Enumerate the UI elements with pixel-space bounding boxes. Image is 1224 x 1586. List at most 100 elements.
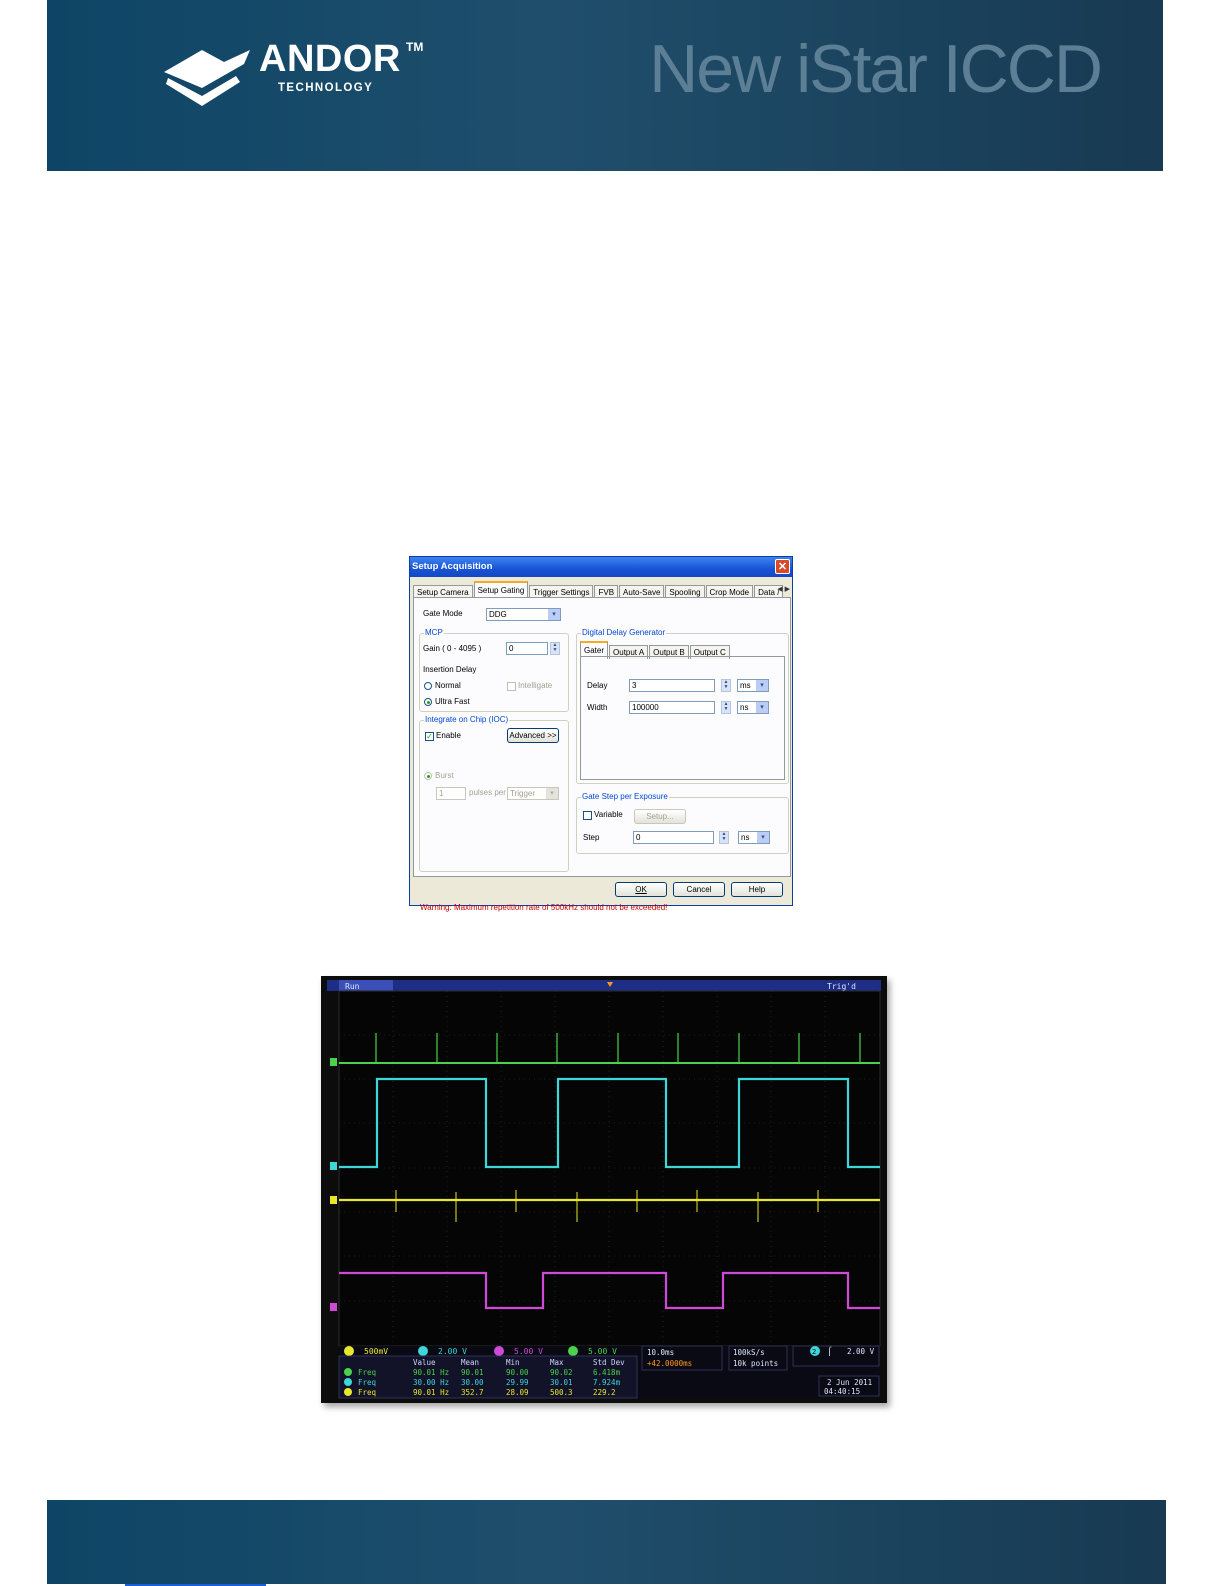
width-unit-value: ns <box>740 703 749 712</box>
ch3-ground-marker <box>330 1303 337 1311</box>
ultra-fast-radio[interactable] <box>424 698 432 706</box>
delay-label: Delay <box>587 681 608 690</box>
run-status: Run <box>345 982 360 991</box>
ioc-group: Integrate on Chip (IOC) ✓ Enable Advance… <box>419 715 569 872</box>
meas-row-1-max: 90.02 <box>550 1368 573 1377</box>
ch2-scale: 2.00 V <box>438 1347 467 1356</box>
meas-row-1-value: 90.01 Hz <box>413 1368 449 1377</box>
width-unit-select[interactable]: ns ▾ <box>737 701 769 714</box>
logo-subtitle: TECHNOLOGY <box>278 82 374 94</box>
ch3-scale: 5.00 V <box>514 1347 543 1356</box>
meas-row-1-std: 6.418m <box>593 1368 621 1377</box>
andor-logo: ANDOR TM TECHNOLOGY <box>162 38 432 108</box>
meas-row-2-name: Freq <box>358 1378 376 1387</box>
intelligate-label: Intelligate <box>518 681 553 690</box>
meas-row-3-mean: 352.7 <box>461 1388 484 1397</box>
variable-checkbox[interactable] <box>583 811 592 820</box>
setup-acquisition-dialog: Setup Acquisition ✕ Setup Camera Setup Ga… <box>409 556 793 912</box>
advanced-button[interactable]: Advanced >> <box>507 728 559 743</box>
meas-row-3-name: Freq <box>358 1388 376 1397</box>
ddg-group-title: Digital Delay Generator <box>581 628 667 637</box>
meas-row-1-channel-icon <box>344 1368 352 1376</box>
meas-row-1-name: Freq <box>358 1368 376 1377</box>
burst-radio[interactable] <box>424 772 432 780</box>
ddg-group: Digital Delay Generator Gater Output A Out… <box>576 628 789 784</box>
chevron-down-icon[interactable]: ▾ <box>757 832 769 843</box>
delay-input[interactable]: 3 <box>629 679 715 692</box>
delay-spinner[interactable]: ▲ ▼ <box>721 679 731 692</box>
gater-panel: Delay 3 ▲ ▼ ms ▾ Width 100000 ▲ ▼ ns ▾ <box>580 656 785 780</box>
ch1-badge-icon <box>344 1346 354 1356</box>
chevron-down-icon[interactable]: ▾ <box>548 609 560 620</box>
meas-header-max: Max <box>550 1358 564 1367</box>
cancel-button[interactable]: Cancel <box>673 882 725 897</box>
mcp-group: MCP Gain ( 0 - 4095 ) 0 ▲ ▼ Insertion Del… <box>419 628 569 712</box>
insertion-delay-label: Insertion Delay <box>423 665 477 674</box>
ch4-scale: 5.00 V <box>588 1347 617 1356</box>
variable-label: Variable <box>594 810 623 819</box>
ultra-fast-label: Ultra Fast <box>435 697 470 706</box>
gain-spinner[interactable]: ▲ ▼ <box>550 642 560 655</box>
ch4-badge-icon <box>568 1346 578 1356</box>
step-spinner[interactable]: ▲ ▼ <box>719 831 729 844</box>
meas-row-2-min: 29.99 <box>506 1378 529 1387</box>
meas-header-min: Min <box>506 1358 520 1367</box>
close-button[interactable]: ✕ <box>775 559 790 574</box>
step-label: Step <box>583 833 600 842</box>
width-spinner[interactable]: ▲ ▼ <box>721 701 731 714</box>
intelligate-checkbox[interactable] <box>507 682 516 691</box>
meas-row-3-value: 90.01 Hz <box>413 1388 449 1397</box>
ch1-scale: 500mV <box>364 1347 388 1356</box>
meas-row-1-mean: 90.01 <box>461 1368 484 1377</box>
scope-time: 04:40:15 <box>824 1387 860 1396</box>
setup-button[interactable]: Setup... <box>634 809 686 824</box>
andor-logo-icon <box>164 50 250 106</box>
ch3-badge-icon <box>494 1346 504 1356</box>
record-length: 10k points <box>733 1359 778 1368</box>
meas-row-1-min: 90.00 <box>506 1368 529 1377</box>
tab-scroll-arrows-icon[interactable]: ◀ ▶ <box>777 585 790 593</box>
mcp-group-title: MCP <box>424 628 444 637</box>
header-banner: ANDOR TM TECHNOLOGY New iStar ICCD <box>47 0 1163 171</box>
burst-input[interactable]: 1 <box>436 787 466 800</box>
scope-status-bar <box>327 980 881 991</box>
ch2-ground-marker <box>330 1162 337 1170</box>
meas-header-mean: Mean <box>461 1358 479 1367</box>
footer-banner <box>47 1500 1166 1586</box>
normal-radio[interactable] <box>424 682 432 690</box>
burst-label: Burst <box>435 771 454 780</box>
trigger-channel: 2 <box>812 1348 816 1356</box>
dialog-titlebar[interactable]: Setup Acquisition ✕ <box>410 557 792 577</box>
enable-label: Enable <box>436 731 461 740</box>
logo-trademark: TM <box>406 40 424 54</box>
trigger-value: Trigger <box>510 789 536 798</box>
dialog-title: Setup Acquisition <box>412 561 493 572</box>
gate-mode-label: Gate Mode <box>423 609 463 618</box>
scope-date: 2 Jun 2011 <box>827 1378 872 1387</box>
delay-unit-select[interactable]: ms ▾ <box>737 679 769 692</box>
ok-button[interactable]: OK <box>615 882 667 897</box>
gain-input[interactable]: 0 <box>506 642 548 655</box>
meas-row-3-channel-icon <box>344 1388 352 1396</box>
trig-status: Trig'd <box>827 982 856 991</box>
timebase-value: 10.0ms <box>647 1348 674 1357</box>
pulses-per-label: pulses per <box>469 788 506 797</box>
gate-step-group-title: Gate Step per Exposure <box>581 792 669 801</box>
trigger-select[interactable]: Trigger ▾ <box>507 787 559 800</box>
step-input[interactable]: 0 <box>633 831 714 844</box>
normal-label: Normal <box>435 681 461 690</box>
gate-mode-select[interactable]: DDG ▾ <box>486 608 561 621</box>
page-title: New iStar ICCD <box>649 31 1103 107</box>
ch1-ground-marker <box>330 1196 337 1204</box>
ioc-group-title: Integrate on Chip (IOC) <box>424 715 510 724</box>
gain-label: Gain ( 0 - 4095 ) <box>423 644 482 653</box>
chevron-down-icon[interactable]: ▾ <box>756 702 768 713</box>
delay-value: +42.0000ms <box>647 1359 692 1368</box>
step-unit-select[interactable]: ns ▾ <box>738 831 770 844</box>
chevron-down-icon[interactable]: ▾ <box>546 788 558 799</box>
help-button[interactable]: Help <box>731 882 783 897</box>
chevron-down-icon[interactable]: ▾ <box>756 680 768 691</box>
width-input[interactable]: 100000 <box>629 701 715 714</box>
enable-checkbox[interactable]: ✓ <box>425 732 434 741</box>
ch2-badge-icon <box>418 1346 428 1356</box>
